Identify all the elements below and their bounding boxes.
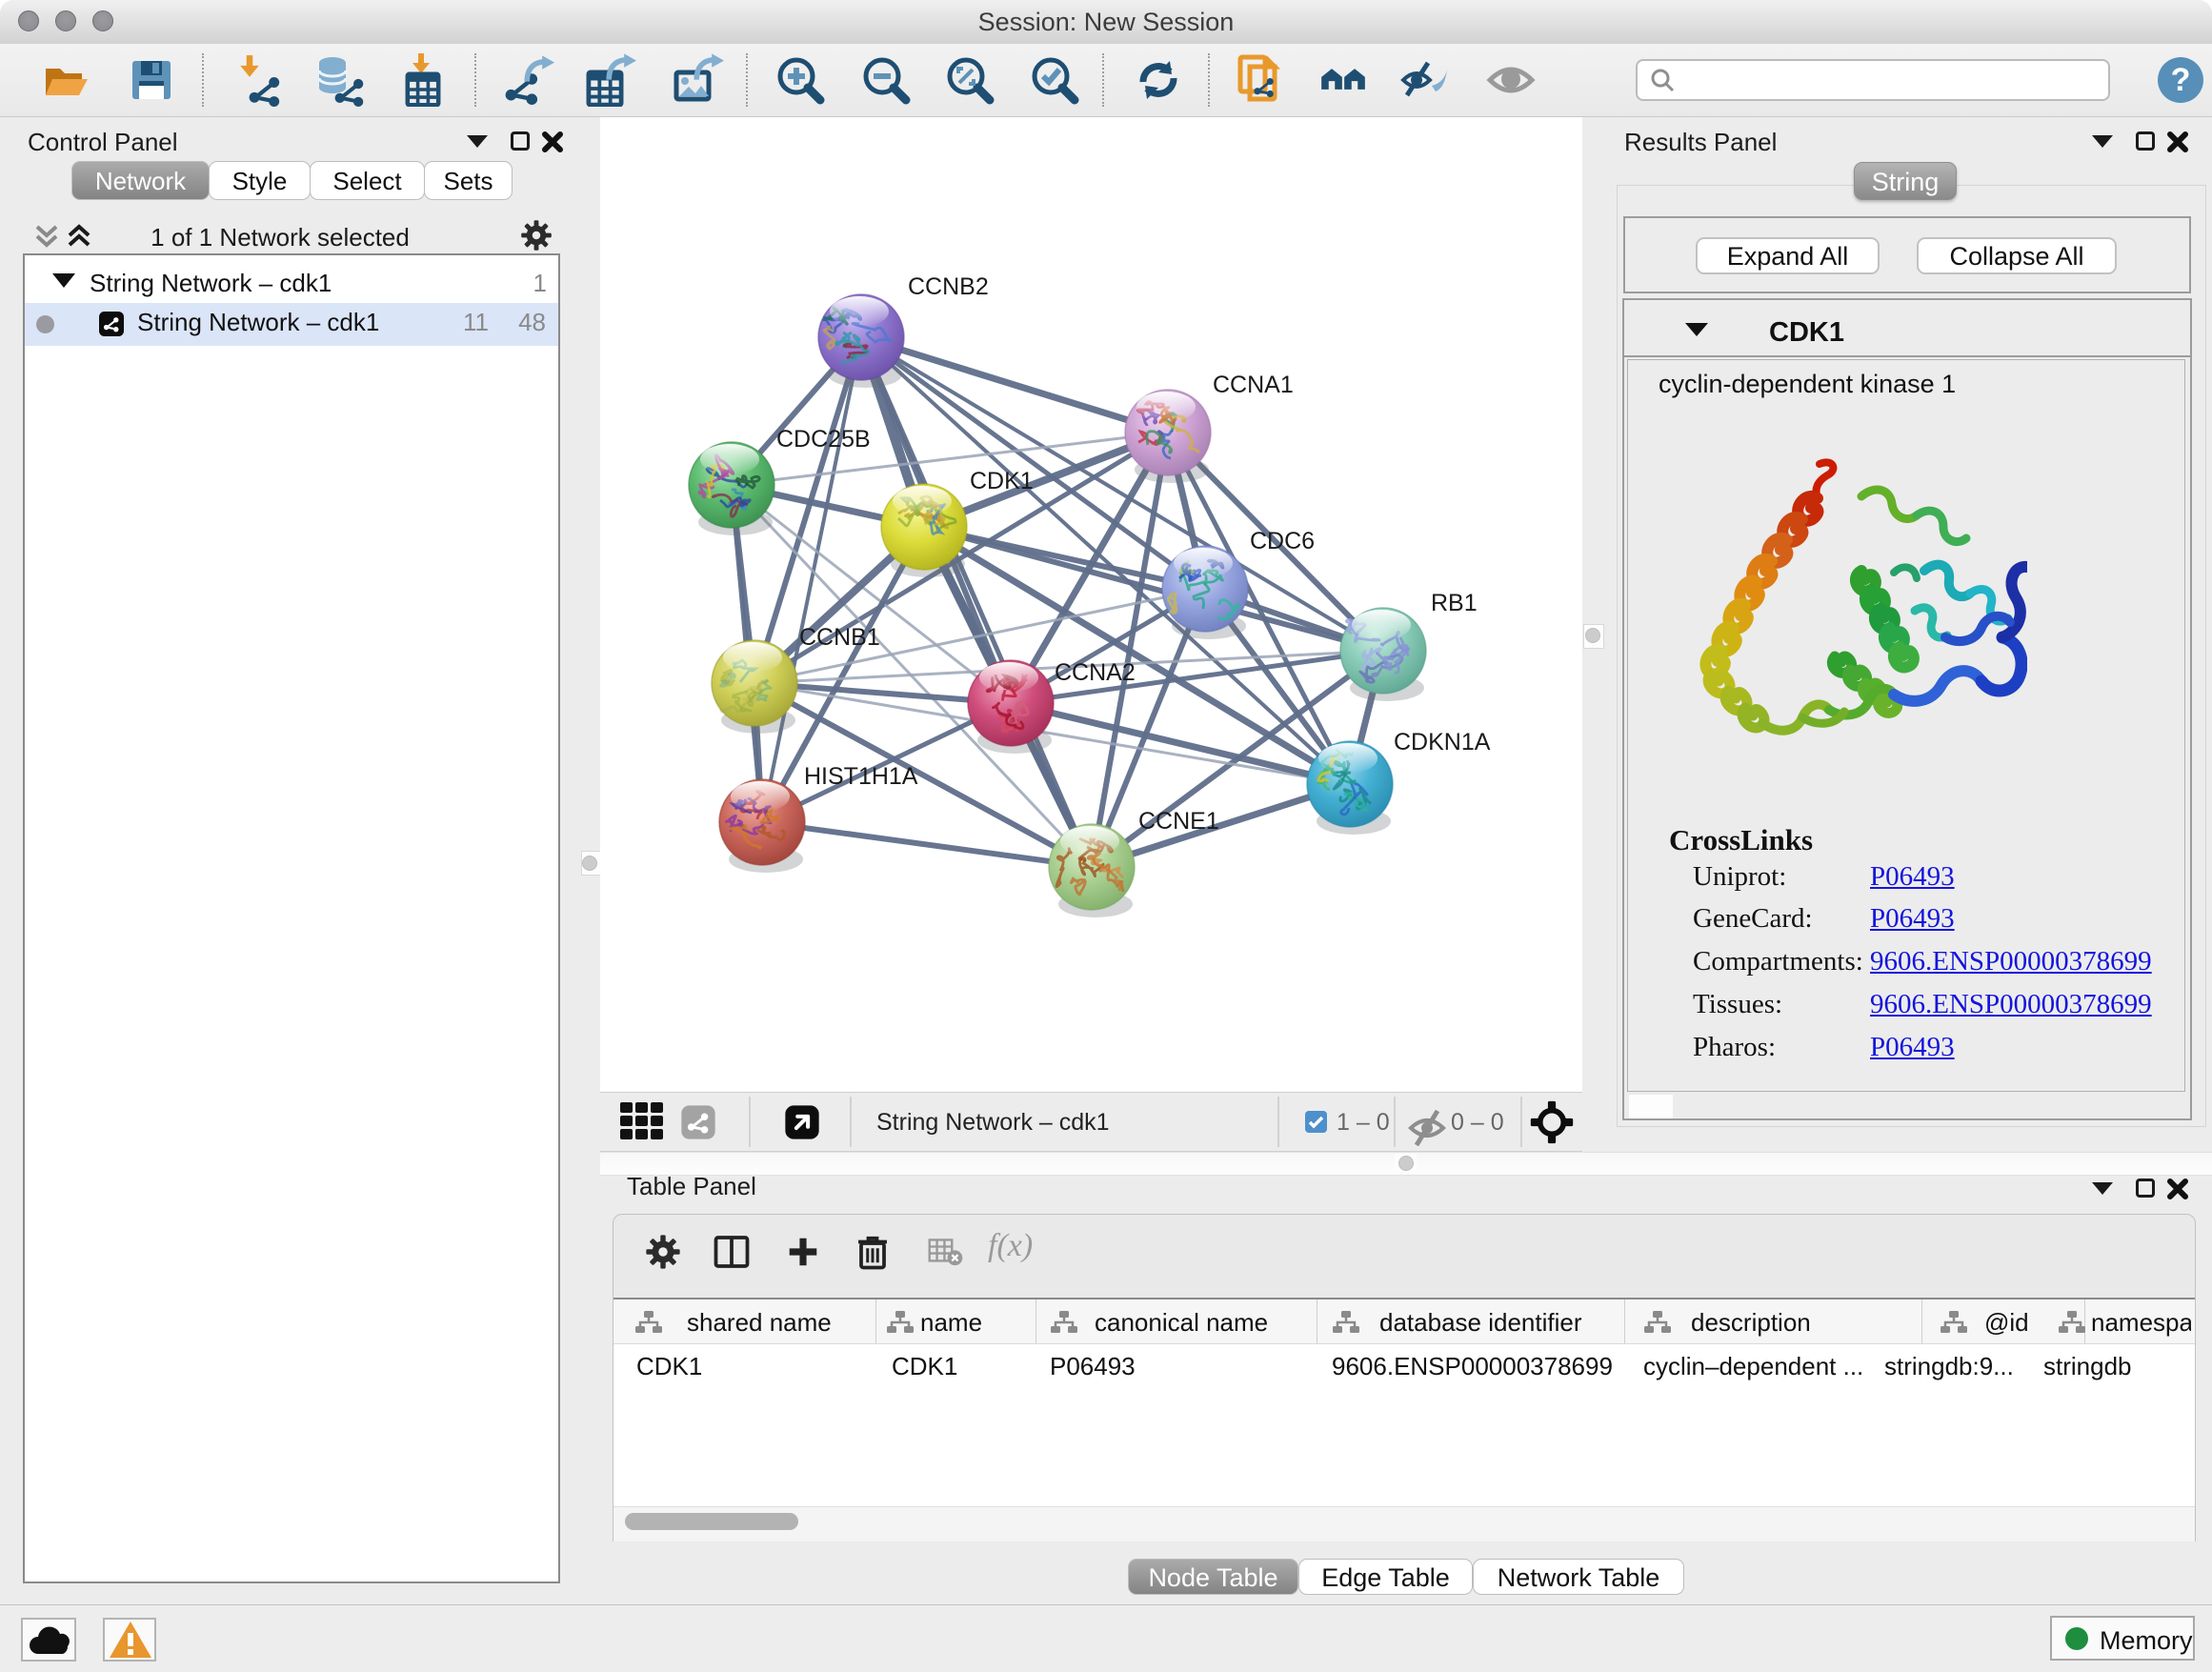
svg-text:CDK1: CDK1 xyxy=(970,468,1034,494)
svg-text:CCNE1: CCNE1 xyxy=(1138,808,1219,835)
svg-text:RB1: RB1 xyxy=(1431,590,1478,616)
svg-text:CCNB1: CCNB1 xyxy=(799,624,880,651)
svg-text:CDC6: CDC6 xyxy=(1250,528,1315,554)
svg-text:CCNA2: CCNA2 xyxy=(1055,659,1136,686)
svg-text:?: ? xyxy=(2171,62,2191,98)
svg-text:CCNB2: CCNB2 xyxy=(908,273,989,300)
svg-text:CDC25B: CDC25B xyxy=(776,426,871,453)
svg-text:HIST1H1A: HIST1H1A xyxy=(804,763,918,790)
svg-text:CDKN1A: CDKN1A xyxy=(1394,729,1491,755)
svg-text:CCNA1: CCNA1 xyxy=(1213,372,1294,398)
